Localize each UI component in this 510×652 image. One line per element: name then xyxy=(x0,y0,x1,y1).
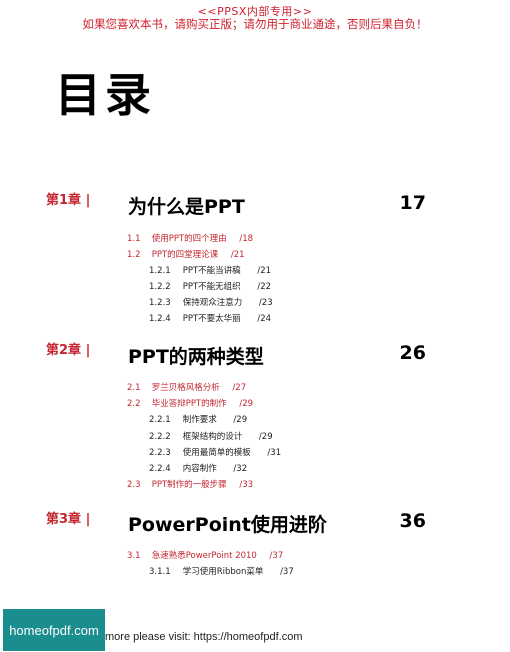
toc-section-3-1[interactable]: 3.1 急速熟悉PowerPoint 2010 /37 xyxy=(127,549,283,561)
subsection-page: /32 xyxy=(233,464,248,474)
subsection-number: 2.2.1 xyxy=(149,415,171,425)
section-number: 1.1 xyxy=(127,234,141,244)
subsection-page: /31 xyxy=(267,448,282,458)
subsection-page: /37 xyxy=(280,567,294,577)
toc-subsection-2-2-1[interactable]: 2.2.1 制作要求 /29 xyxy=(149,413,247,425)
subsection-title: 保持观众注意力 xyxy=(182,298,243,308)
toc-section-1-1[interactable]: 1.1 使用PPT的四个理由 /18 xyxy=(127,232,253,244)
subsection-title: 使用最简单的模板 xyxy=(182,448,251,458)
toc-subsection-1-2-4[interactable]: 1.2.4 PPT不要太华丽 /24 xyxy=(149,312,271,324)
subsection-page: /22 xyxy=(257,282,272,292)
section-title: 急速熟悉PowerPoint 2010 xyxy=(151,551,257,561)
subsection-page: /23 xyxy=(258,298,273,308)
section-page: /37 xyxy=(269,551,284,561)
subsection-title: PPT不能无组织 xyxy=(182,282,241,292)
chapter-1-title[interactable]: 为什么是PPT xyxy=(128,192,245,219)
subsection-page: /21 xyxy=(257,266,272,276)
chapter-3-label: 第3章 | xyxy=(46,512,91,527)
toc-section-1-2[interactable]: 1.2 PPT的四堂理论课 /21 xyxy=(127,248,245,260)
section-number: 2.2 xyxy=(127,399,141,409)
chapter-2-title[interactable]: PPT的两种类型 xyxy=(128,342,264,369)
toc-section-2-3[interactable]: 2.3 PPT制作的一般步骤 /33 xyxy=(127,478,253,490)
subsection-page: /29 xyxy=(258,432,273,442)
section-page: /27 xyxy=(232,383,247,393)
subsection-title: PPT不能当讲稿 xyxy=(182,266,241,276)
toc-subsection-3-1-1[interactable]: 3.1.1 学习使用Ribbon菜单 /37 xyxy=(149,565,294,577)
subsection-title: 内容制作 xyxy=(182,464,217,474)
subsection-title: 学习使用Ribbon菜单 xyxy=(182,567,264,577)
subsection-number: 1.2.2 xyxy=(149,282,171,292)
toc-subsection-2-2-3[interactable]: 2.2.3 使用最简单的模板 /31 xyxy=(149,446,281,458)
toc-subsection-1-2-1[interactable]: 1.2.1 PPT不能当讲稿 /21 xyxy=(149,264,271,276)
subsection-number: 1.2.3 xyxy=(149,298,171,308)
chapter-2-page: 26 xyxy=(399,342,426,364)
site-logo-badge[interactable]: homeofpdf.com xyxy=(3,609,105,651)
section-title: 毕业答辩PPT的制作 xyxy=(151,399,227,409)
toc-subsection-2-2-4[interactable]: 2.2.4 内容制作 /32 xyxy=(149,462,247,474)
subsection-number: 1.2.1 xyxy=(149,266,171,276)
toc-section-2-2[interactable]: 2.2 毕业答辩PPT的制作 /29 xyxy=(127,397,253,409)
section-page: /18 xyxy=(239,234,254,244)
chapter-1-page: 17 xyxy=(399,192,426,214)
section-title: 罗兰贝格风格分析 xyxy=(151,383,220,393)
subsection-number: 2.2.3 xyxy=(149,448,171,458)
section-number: 1.2 xyxy=(127,250,141,260)
section-title: PPT的四堂理论课 xyxy=(151,250,219,260)
chapter-3-page: 36 xyxy=(399,510,426,532)
subsection-number: 1.2.4 xyxy=(149,314,171,324)
chapter-2-label: 第2章 | xyxy=(46,343,91,358)
toc-title: 目录 xyxy=(55,68,155,122)
toc-subsection-1-2-3[interactable]: 1.2.3 保持观众注意力 /23 xyxy=(149,296,273,308)
section-page: /33 xyxy=(239,480,254,490)
toc-subsection-2-2-2[interactable]: 2.2.2 框架结构的设计 /29 xyxy=(149,430,273,442)
section-page: /29 xyxy=(239,399,254,409)
toc-subsection-1-2-2[interactable]: 1.2.2 PPT不能无组织 /22 xyxy=(149,280,271,292)
chapter-3-title[interactable]: PowerPoint使用进阶 xyxy=(128,510,327,537)
section-title: 使用PPT的四个理由 xyxy=(151,234,227,244)
subsection-page: /29 xyxy=(233,415,248,425)
section-number: 3.1 xyxy=(127,551,141,561)
subsection-number: 2.2.2 xyxy=(149,432,171,442)
toc-section-2-1[interactable]: 2.1 罗兰贝格风格分析 /27 xyxy=(127,381,246,393)
section-number: 2.1 xyxy=(127,383,141,393)
subsection-page: /24 xyxy=(257,314,272,324)
footer-visit-link[interactable]: more please visit: https://homeofpdf.com xyxy=(105,631,302,643)
header-notice-line2: 如果您喜欢本书，请购买正版；请勿用于商业通途，否则后果自负！ xyxy=(82,17,428,31)
section-number: 2.3 xyxy=(127,480,141,490)
chapter-1-label: 第1章 | xyxy=(46,193,91,208)
subsection-title: 框架结构的设计 xyxy=(182,432,243,442)
section-title: PPT制作的一般步骤 xyxy=(151,480,227,490)
section-page: /21 xyxy=(230,250,245,260)
subsection-number: 2.2.4 xyxy=(149,464,171,474)
subsection-title: 制作要求 xyxy=(182,415,217,425)
subsection-title: PPT不要太华丽 xyxy=(182,314,241,324)
subsection-number: 3.1.1 xyxy=(149,567,171,577)
